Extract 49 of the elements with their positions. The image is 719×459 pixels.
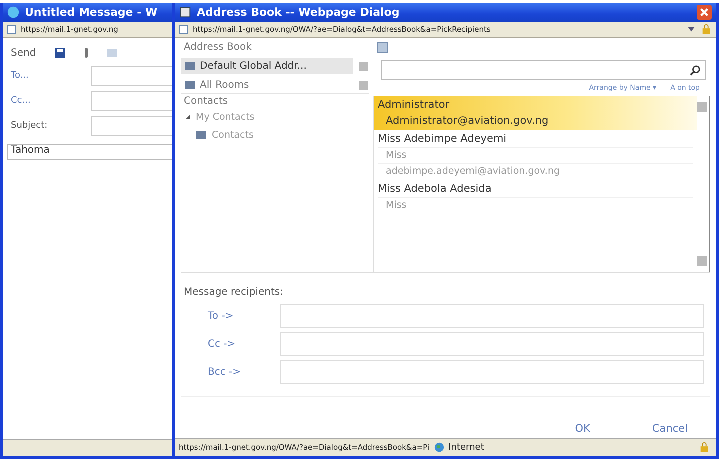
contact-detail: Miss [378, 147, 693, 163]
window-title: Untitled Message - W [25, 6, 158, 19]
contact-detail: adebimpe.adeyemi@aviation.gov.ng [378, 163, 693, 179]
recipient-field[interactable] [280, 332, 704, 356]
book-icon [179, 6, 192, 19]
dialog-button[interactable]: Cancel [646, 421, 694, 437]
close-icon[interactable] [697, 5, 712, 20]
tree-item[interactable]: Contacts [212, 130, 254, 140]
globe-icon [434, 442, 445, 453]
lock-icon [699, 442, 710, 453]
contact-entry[interactable]: Miss Adebola Adesida Miss [374, 180, 697, 214]
search-icon[interactable] [690, 64, 701, 76]
section-heading: Contacts [181, 93, 369, 109]
address-book-item[interactable]: Default Global Addr... [181, 58, 353, 74]
field-label: Subject: [10, 121, 49, 131]
dialog-button[interactable]: OK [569, 421, 596, 437]
address-book-item[interactable]: All Rooms [181, 77, 353, 93]
section-heading: Message recipients: [184, 287, 284, 298]
recipient-field[interactable] [280, 360, 704, 384]
send-button[interactable]: Send [7, 48, 40, 58]
book-icon [184, 60, 196, 72]
section-heading: Address Book [183, 41, 253, 55]
field-label[interactable]: Cc... [7, 96, 83, 106]
tree-item[interactable]: My Contacts [196, 112, 255, 123]
book-icon [184, 79, 196, 91]
search-field[interactable] [381, 60, 706, 80]
contact-entry[interactable]: Administrator Administrator@aviation.gov.ng [374, 96, 697, 130]
contact-entry[interactable]: Miss Adebimpe Adeyemi Miss adebimpe.adeyemi@aviation.gov.ng [374, 130, 697, 180]
browser-icon [7, 6, 20, 19]
collapse-icon[interactable] [185, 114, 191, 120]
field-label[interactable]: To... [7, 71, 83, 81]
contact-detail: Miss [378, 197, 693, 213]
contact-name: Miss Adebola Adesida [378, 182, 493, 197]
recipient-button[interactable]: To -> [184, 310, 280, 322]
page-icon [7, 24, 17, 34]
recipient-button[interactable]: Cc -> [184, 338, 280, 350]
zone-text: Internet [448, 442, 484, 452]
recipient-field[interactable] [280, 304, 704, 328]
lock-icon [701, 24, 712, 35]
save-icon[interactable] [54, 47, 66, 59]
contact-detail: Administrator@aviation.gov.ng [385, 114, 550, 129]
address-card-icon[interactable] [377, 42, 389, 54]
window-title: Address Book -- Webpage Dialog [197, 6, 400, 19]
page-icon [179, 24, 189, 34]
recipient-button[interactable]: Bcc -> [184, 366, 280, 378]
contact-name: Administrator [378, 98, 451, 113]
contacts-icon [195, 129, 207, 141]
scrollbar[interactable] [697, 96, 710, 272]
contact-name: Miss Adebimpe Adeyemi [378, 132, 508, 147]
